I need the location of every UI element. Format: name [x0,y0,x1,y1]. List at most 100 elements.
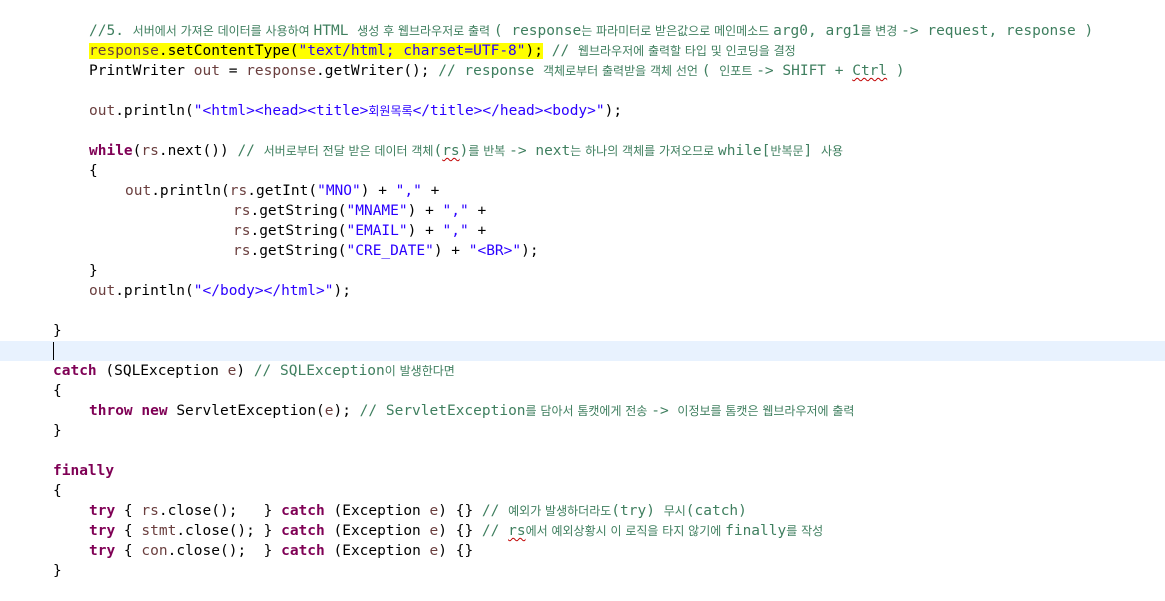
code-token: ( [701,63,720,79]
code-token: .next()) [158,143,238,159]
code-token: finally [53,463,115,479]
code-line[interactable]: while(rs.next()) // 서버로부터 전달 받은 데이터 객체(r… [0,141,1165,161]
code-token: rs [141,143,159,159]
code-token: out [89,283,116,299]
code-token: try [89,523,116,539]
code-token: -> request, response ) [901,23,1094,39]
code-token: .getString( [250,223,347,239]
code-line[interactable]: finally [0,461,1165,481]
code-line[interactable]: rs.getString("MNAME") + "," + [0,201,1165,221]
code-line[interactable]: try { stmt.close(); } catch (Exception e… [0,521,1165,541]
code-line[interactable]: { [0,481,1165,501]
code-line[interactable]: try { rs.close(); } catch (Exception e) … [0,501,1165,521]
code-token: 반복문 [770,144,804,158]
code-token: 객체로부터 출력받을 객체 선언 [543,64,702,78]
code-token: 를 변경 [860,24,902,38]
code-token: = [219,63,247,79]
code-line[interactable]: PrintWriter out = response.getWriter(); … [0,61,1165,81]
code-token: .close(); } [158,503,282,519]
code-token: "<html><head><title> [193,103,369,119]
code-line[interactable]: rs.getString("CRE_DATE") + "<BR>"); [0,241,1165,261]
code-token: 를 작성 [786,524,824,538]
code-token: response [246,63,317,79]
code-token: rs [508,523,526,539]
code-token: ) {} [438,503,482,519]
code-token: 사용 [821,144,844,158]
code-token: con [141,543,168,559]
code-token: out [193,63,220,79]
code-token: ) [887,63,905,79]
code-token: //5. [89,23,133,39]
code-token: 생성 후 웹브라우저로 출력 [357,24,494,38]
code-token: + [468,203,487,219]
code-token: ] [803,143,821,159]
code-line[interactable]: } [0,421,1165,441]
code-line[interactable]: try { con.close(); } catch (Exception e)… [0,541,1165,561]
text-caret [53,342,54,360]
code-token: ); [525,43,543,59]
code-token: (Exception [324,503,430,519]
code-token: (catch) [685,503,747,519]
code-token: ); [333,283,351,299]
code-token: HTML [313,23,358,39]
code-token: { [115,503,142,519]
code-token: catch [281,503,325,519]
code-token: -> SHIFT + [756,63,853,79]
code-token: (Exception [324,523,430,539]
code-token: 를 반복 [468,144,510,158]
code-token: ); [333,403,360,419]
code-token: // response [438,63,543,79]
code-token: -> [651,403,678,419]
code-line[interactable]: } [0,261,1165,281]
code-token: .getWriter(); [316,63,439,79]
code-token: { [115,523,142,539]
code-token: + [421,183,440,199]
code-token: ) {} [438,523,482,539]
code-line[interactable]: } [0,561,1165,581]
code-token: (try) [611,503,664,519]
code-line[interactable]: response.setContentType("text/html; char… [0,41,1165,61]
code-line[interactable]: { [0,381,1165,401]
code-token: arg0, arg1 [773,23,861,39]
code-line[interactable]: out.println("<html><head><title>회원목록</ti… [0,101,1165,121]
code-token: ) + [360,183,396,199]
code-token: (SQLException [96,363,228,379]
code-token: .getString( [250,203,347,219]
code-editor[interactable]: } try { con.close(); } catch (Exception e… [0,0,1165,601]
code-token: "MNAME" [346,203,408,219]
code-line[interactable]: out.println(rs.getInt("MNO") + "," + [0,181,1165,201]
code-token: .close(); } [176,523,282,539]
code-token: // [542,43,578,59]
code-token: catch [53,363,97,379]
code-token: -> next [509,143,571,159]
code-token: PrintWriter [89,63,194,79]
code-token: ( response [493,23,582,39]
code-line[interactable]: { [0,161,1165,181]
code-token: while[ [718,143,771,159]
code-token: // ServletException [359,403,526,419]
code-line[interactable]: //5. 서버에서 가져온 데이터를 사용하여 HTML 생성 후 웹브라우저로… [0,21,1165,41]
code-token: 예외가 발생하더라도 [508,504,612,518]
code-token: ) {} [438,543,474,559]
code-token: catch [281,543,325,559]
code-token: "," [442,203,469,219]
code-token: Ctrl [852,63,888,79]
code-token: } [53,423,62,439]
code-line[interactable]: } [0,321,1165,341]
code-token: .println( [115,103,194,119]
code-token: rs [233,243,251,259]
code-line[interactable]: catch (SQLException e) // SQLException이 … [0,361,1165,381]
code-token: 회원목록 [368,104,413,118]
code-token: 를 담아서 톰캣에게 전송 [525,404,652,418]
current-code-line[interactable] [0,341,1165,361]
code-token: .setContentType( [158,43,299,59]
code-token: e [429,523,439,539]
code-token: } [53,323,62,339]
code-token: out [89,103,116,119]
code-line[interactable]: out.println("</body></html>"); [0,281,1165,301]
code-token: "EMAIL" [346,223,408,239]
code-token: 이 발생한다면 [384,364,455,378]
code-token: stmt [141,523,177,539]
code-line[interactable]: throw new ServletException(e); // Servle… [0,401,1165,421]
code-line[interactable]: rs.getString("EMAIL") + "," + [0,221,1165,241]
